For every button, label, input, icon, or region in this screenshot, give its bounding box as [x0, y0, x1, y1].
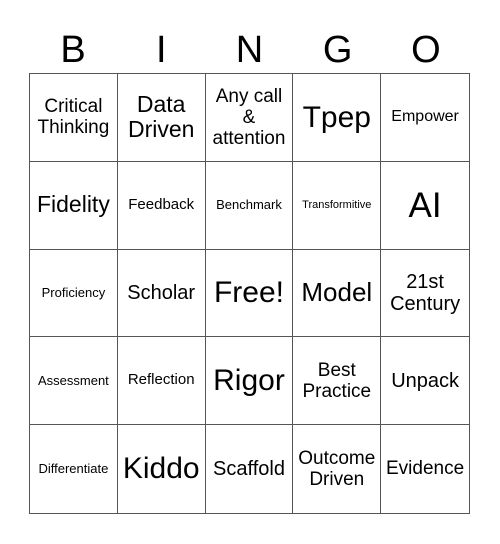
- bingo-cell[interactable]: Proficiency: [30, 249, 118, 338]
- bingo-cell[interactable]: Model: [293, 249, 382, 338]
- bingo-cell[interactable]: Data Driven: [117, 74, 206, 162]
- bingo-cell[interactable]: Best Practice: [293, 337, 382, 426]
- bingo-cell[interactable]: Scaffold: [206, 425, 294, 513]
- bingo-cell[interactable]: Critical Thinking: [30, 74, 118, 162]
- bingo-cell[interactable]: Feedback: [117, 161, 206, 250]
- bingo-cell[interactable]: Kiddo: [118, 425, 206, 513]
- bingo-cell[interactable]: Empower: [381, 74, 469, 162]
- header-letter-o: O: [411, 29, 441, 71]
- bingo-cell[interactable]: Scholar: [117, 249, 206, 338]
- bingo-cell[interactable]: Benchmark: [205, 161, 294, 250]
- bingo-cell[interactable]: Outcome Driven: [293, 425, 382, 513]
- bingo-cell[interactable]: Assessment: [30, 337, 118, 426]
- bingo-header: B I N G O: [29, 28, 470, 72]
- header-letter-b: B: [60, 29, 86, 71]
- header-letter-i: I: [156, 29, 167, 71]
- bingo-cell[interactable]: Unpack: [381, 337, 469, 426]
- bingo-cell[interactable]: Differentiate: [30, 425, 118, 513]
- free-space-cell[interactable]: Free!: [205, 249, 294, 338]
- bingo-cell[interactable]: 21st Century: [381, 250, 469, 338]
- bingo-cell[interactable]: Any call & attention: [205, 74, 294, 162]
- bingo-cell[interactable]: Tpep: [293, 74, 382, 162]
- bingo-cell[interactable]: Fidelity: [30, 161, 118, 250]
- header-letter-g: G: [322, 29, 353, 71]
- bingo-cell[interactable]: Rigor: [205, 337, 294, 426]
- bingo-grid: Critical Thinking Data Driven Any call &…: [29, 73, 470, 514]
- header-letter-n: N: [235, 29, 264, 71]
- bingo-cell[interactable]: Reflection: [117, 337, 206, 426]
- bingo-cell[interactable]: AI: [381, 162, 469, 250]
- bingo-cell[interactable]: Evidence: [381, 425, 469, 513]
- bingo-cell[interactable]: Transformitive: [293, 161, 382, 250]
